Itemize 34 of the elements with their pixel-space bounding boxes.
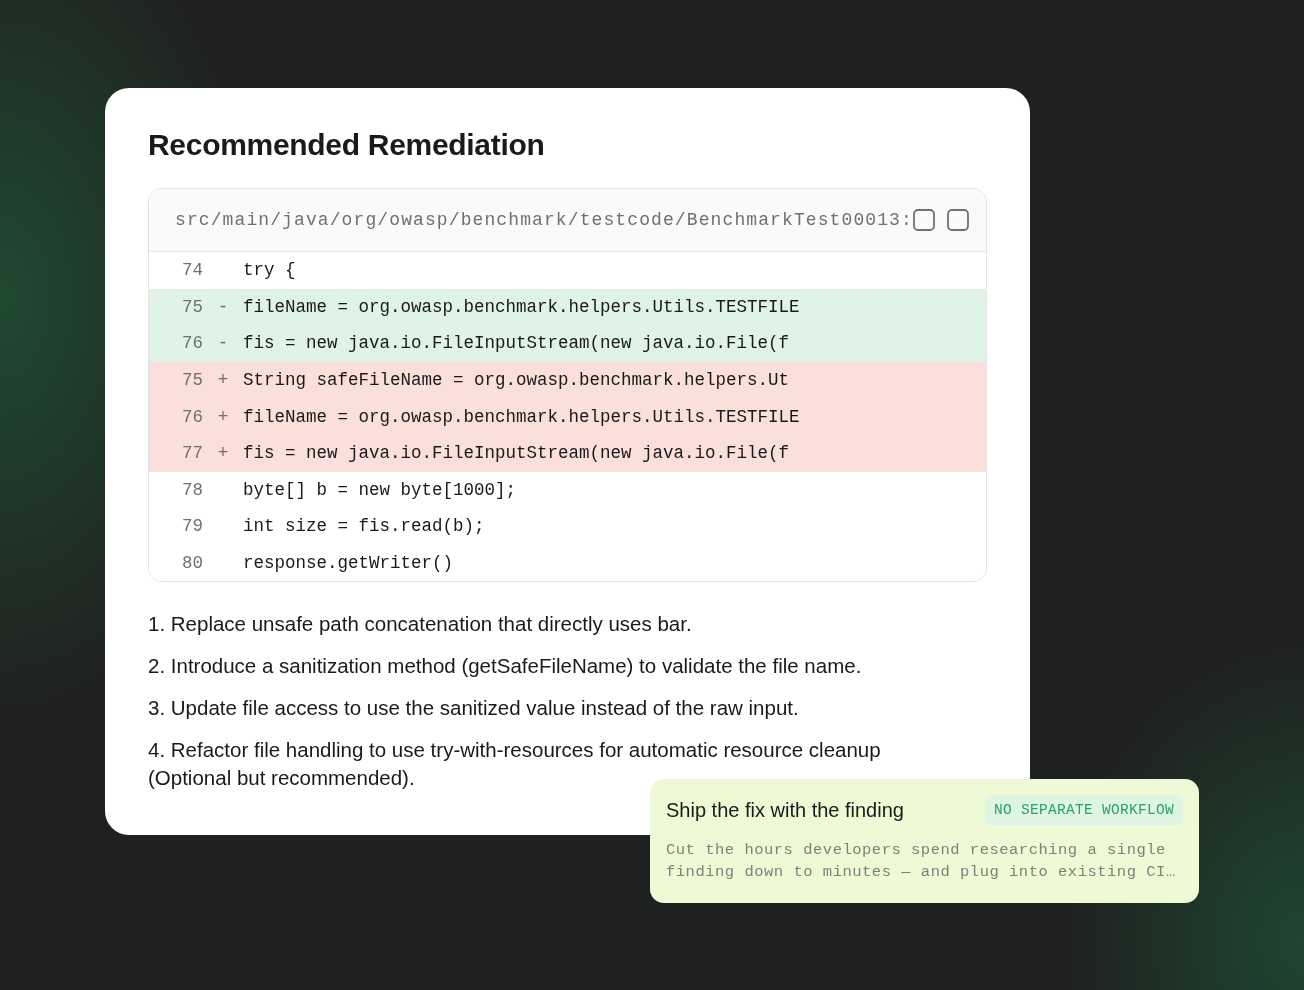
line-number: 77 <box>181 443 203 464</box>
diff-sign: - <box>217 296 229 317</box>
step-text: 1. Replace unsafe path concatenation that directly uses bar. <box>148 611 693 638</box>
step-text: 3. Update file access to use the sanitized value instead of the raw input. <box>148 695 800 722</box>
file-path: src/main/java/org/owasp/benchmark/testcode/BenchmarkTest00013: <box>175 210 913 230</box>
code-text: byte[] b = new byte[1000]; <box>243 479 517 500</box>
step-text: 4. Refactor file handling to use try-with-resources for automatic resource cleanup (Optional but recommended). <box>148 737 882 792</box>
square-icon[interactable] <box>946 209 969 231</box>
code-text: try { <box>243 260 296 281</box>
line-number: 80 <box>181 553 203 574</box>
diff-sign: + <box>217 443 229 464</box>
square-icon[interactable] <box>912 209 935 231</box>
code-text: int size = fis.read(b); <box>243 516 485 537</box>
line-number: 74 <box>181 260 203 281</box>
code-text: fis = new java.io.FileInputStream(new java.io.File(f <box>243 333 790 354</box>
line-number: 76 <box>181 333 203 354</box>
callout-text: Cut the hours developers spend researching a single finding down to minutes — and plug into existing CI… <box>666 840 1177 883</box>
line-number: 78 <box>181 479 203 500</box>
code-text: response.getWriter() <box>243 553 454 574</box>
line-number: 79 <box>181 516 203 537</box>
step-text: 2. Introduce a sanitization method (getSafeFileName) to validate the file name. <box>148 653 863 680</box>
code-text: fileName = org.owasp.benchmark.helpers.Utils.TESTFILE <box>243 296 800 317</box>
diff-sign: + <box>217 406 229 427</box>
diff-sign: + <box>217 370 229 391</box>
code-text: fileName = org.owasp.benchmark.helpers.Utils.TESTFILE <box>243 406 800 427</box>
line-number: 75 <box>181 296 203 317</box>
card-title: Recommended Remediation <box>148 128 546 162</box>
code-text: String safeFileName = org.owasp.benchmark.helpers.Ut <box>243 370 790 391</box>
line-number: 76 <box>181 406 203 427</box>
tag: NO SEPARATE WORKFLOW <box>984 795 1183 825</box>
callout-title: Ship the fix with the finding <box>666 798 904 822</box>
diff-sign: - <box>217 333 229 354</box>
line-number: 75 <box>181 370 203 391</box>
code-text: fis = new java.io.FileInputStream(new java.io.File(f <box>243 443 790 464</box>
